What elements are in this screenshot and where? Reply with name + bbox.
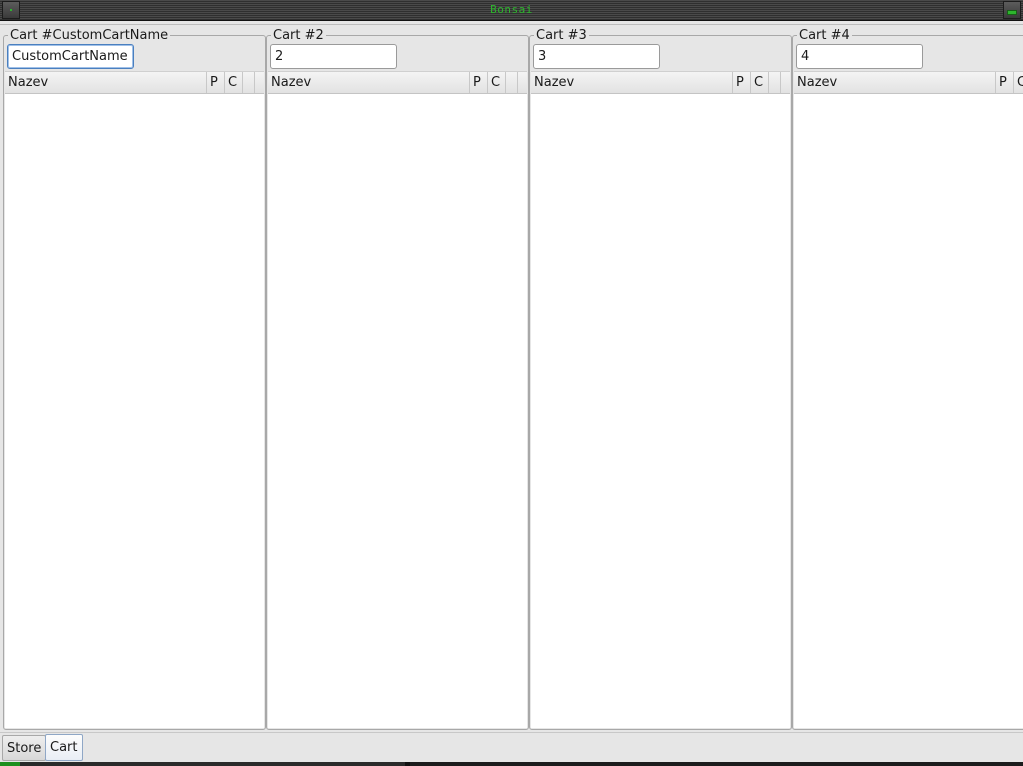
column-header-nazev[interactable]: Nazev — [5, 72, 206, 93]
column-header-extra[interactable] — [242, 72, 254, 93]
cart-name-input[interactable] — [7, 44, 134, 69]
cart-legend: Cart #CustomCartName — [8, 27, 171, 44]
column-header-nazev[interactable]: Nazev — [531, 72, 732, 93]
cart-panel: Cart #CustomCartName Nazev P C — [3, 27, 266, 730]
table-header: Nazev P C — [794, 72, 1023, 94]
window-maximize-button[interactable] — [1003, 1, 1021, 19]
column-header-extra[interactable] — [768, 72, 780, 93]
tab-store[interactable]: Store — [2, 735, 47, 761]
column-header-c[interactable]: C — [487, 72, 505, 93]
cart-legend: Cart #4 — [797, 27, 852, 44]
table-header: Nazev P C — [531, 72, 790, 94]
column-header-nazev[interactable]: Nazev — [268, 72, 469, 93]
cart-name-input[interactable] — [533, 44, 660, 69]
cart-panel: Cart #4 Nazev P C — [792, 27, 1023, 730]
column-header-filler — [780, 72, 790, 93]
column-header-p[interactable]: P — [732, 72, 750, 93]
cart-panel: Cart #2 Nazev P C — [266, 27, 529, 730]
cart-legend: Cart #3 — [534, 27, 589, 44]
cart-items-table[interactable]: Nazev P C — [5, 71, 264, 728]
column-header-c[interactable]: C — [1013, 72, 1023, 93]
column-header-p[interactable]: P — [995, 72, 1013, 93]
cart-legend: Cart #2 — [271, 27, 326, 44]
column-header-filler — [254, 72, 264, 93]
column-header-p[interactable]: P — [206, 72, 224, 93]
column-header-p[interactable]: P — [469, 72, 487, 93]
cart-name-input[interactable] — [796, 44, 923, 69]
window-titlebar: Bonsai — [0, 0, 1023, 21]
cart-name-input[interactable] — [270, 44, 397, 69]
main-tab-bar: Store Cart — [0, 732, 1023, 766]
cart-items-table[interactable]: Nazev P C — [794, 71, 1023, 728]
taskbar-strip — [0, 762, 1023, 766]
column-header-c[interactable]: C — [750, 72, 768, 93]
column-header-filler — [517, 72, 527, 93]
column-header-c[interactable]: C — [224, 72, 242, 93]
table-header: Nazev P C — [268, 72, 527, 94]
carts-area: Cart #CustomCartName Nazev P C Cart #2 N… — [0, 24, 1023, 732]
cart-items-table[interactable]: Nazev P C — [531, 71, 790, 728]
window-title: Bonsai — [490, 3, 533, 16]
cart-items-table[interactable]: Nazev P C — [268, 71, 527, 728]
cart-panel: Cart #3 Nazev P C — [529, 27, 792, 730]
column-header-nazev[interactable]: Nazev — [794, 72, 995, 93]
column-header-extra[interactable] — [505, 72, 517, 93]
table-header: Nazev P C — [5, 72, 264, 94]
tab-cart[interactable]: Cart — [45, 734, 83, 761]
